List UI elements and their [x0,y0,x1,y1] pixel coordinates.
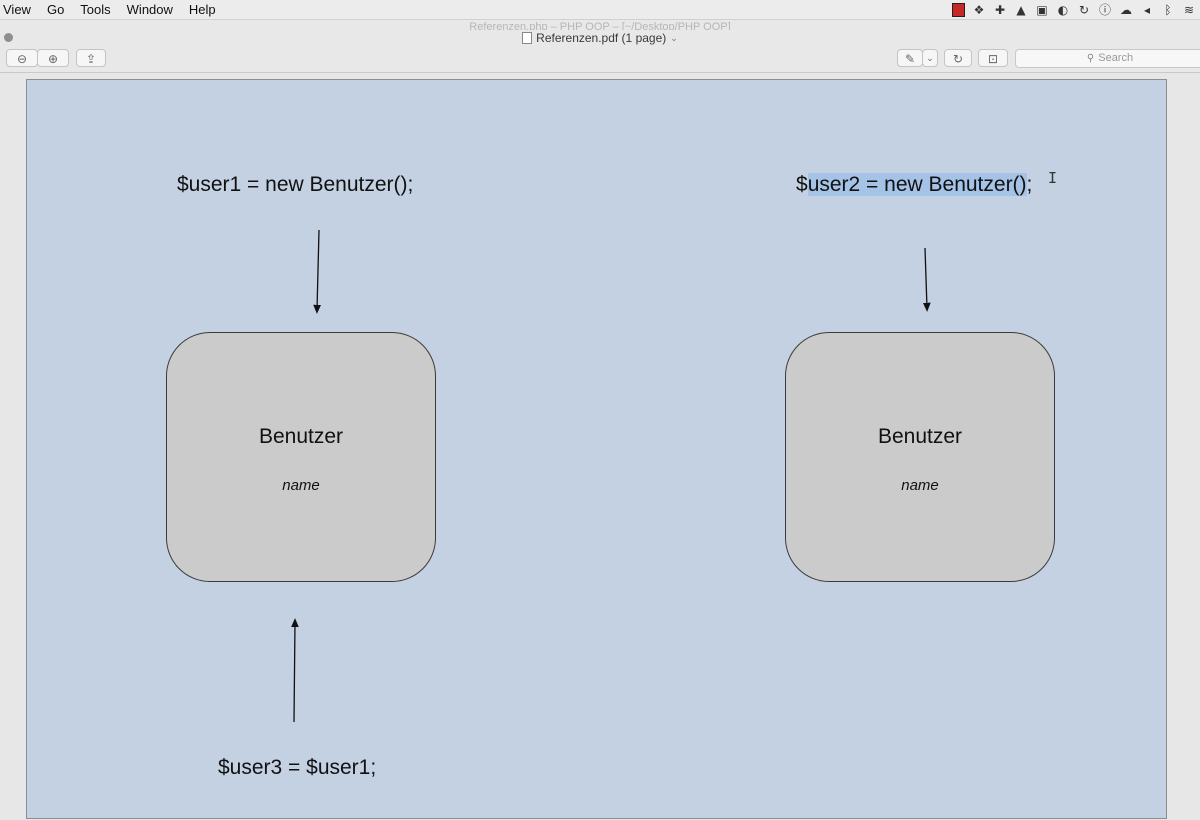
window-title[interactable]: Referenzen.pdf (1 page) ⌄ [0,31,1200,45]
user2-suffix: ; [1026,173,1033,196]
dropbox-icon[interactable]: ❖ [972,3,986,17]
chevron-down-icon: ⌄ [926,54,934,64]
zoom-out-icon: ⊖ [16,52,28,66]
menu-bar: View Go Tools Window Help ❖ ✚ ▲ ▣ ◐ ↻ ⓘ … [0,0,1200,20]
benutzer-object-box-2: Benutzer name [785,332,1055,582]
text-selection[interactable]: user2 = new Benutzer() [807,173,1027,196]
window-titlebar: Referenzen.php – PHP OOP – [~/Desktop/PH… [0,20,1200,46]
benutzer-object-box-1: Benutzer name [166,332,436,582]
share-button[interactable]: ⇪ [76,49,106,67]
toolbox-icon: ⊡ [987,52,999,66]
markup-toolbar-button[interactable]: ⊡ [978,49,1008,67]
bluetooth-icon[interactable]: ᛒ [1161,3,1175,17]
zoom-in-icon: ⊕ [47,52,59,66]
background-window-title: Referenzen.php – PHP OOP – [~/Desktop/PH… [469,21,731,30]
menu-window[interactable]: Window [119,0,181,19]
cloud-icon[interactable]: ☁ [1119,3,1133,17]
zoom-in-button[interactable]: ⊕ [37,49,69,67]
menu-tools[interactable]: Tools [72,0,118,19]
menu-help[interactable]: Help [181,0,224,19]
markup-button[interactable]: ✎ [897,49,923,67]
zoom-out-button[interactable]: ⊖ [6,49,38,67]
pdf-page[interactable]: $user1 = new Benutzer(); $user2 = new Be… [26,79,1167,819]
red-square-icon[interactable] [952,2,965,17]
status-icons: ❖ ✚ ▲ ▣ ◐ ↻ ⓘ ☁ ◂ ᛒ ≋ [952,0,1200,19]
share-icon: ⇪ [85,52,97,66]
user2-prefix: $ [796,173,808,196]
pdf-document-icon [522,32,533,44]
arrow-user3-to-box [291,618,299,723]
triangle-icon[interactable]: ▲ [1014,3,1028,17]
evernote-icon[interactable]: ◐ [1056,3,1070,17]
wifi-icon[interactable]: ≋ [1182,3,1196,17]
chevron-down-icon: ⌄ [670,32,678,43]
square-icon[interactable]: ▣ [1035,3,1049,17]
plus-icon[interactable]: ✚ [993,3,1007,17]
menu-view[interactable]: View [0,0,39,19]
refresh-icon[interactable]: ↻ [1077,3,1091,17]
user1-declaration: $user1 = new Benutzer(); [177,173,414,196]
search-input[interactable]: ⚲ Search [1015,49,1200,68]
window-title-text: Referenzen.pdf (1 page) [536,31,667,45]
user2-declaration[interactable]: $user2 = new Benutzer(); [796,173,1032,197]
document-viewer[interactable]: $user1 = new Benutzer(); $user2 = new Be… [0,73,1200,819]
rotate-icon: ↻ [952,52,964,66]
arrow-user2-to-box [922,247,931,312]
class-name: Benutzer [877,425,963,448]
search-icon: ⚲ [1086,53,1095,64]
class-attribute: name [901,477,939,494]
volume-icon[interactable]: ◂ [1140,3,1154,17]
arrow-user1-to-box [313,229,322,314]
user3-declaration: $user3 = $user1; [218,756,377,779]
ibeam-cursor-icon: I [1048,169,1058,187]
rotate-button[interactable]: ↻ [944,49,972,67]
menu-go[interactable]: Go [39,0,72,19]
toolbar: ⊖ ⊕ ⇪ ✎ ⌄ ↻ ⊡ ⚲ Search [0,46,1200,73]
pen-icon: ✎ [904,52,916,66]
info-icon[interactable]: ⓘ [1098,3,1112,17]
markup-dropdown-button[interactable]: ⌄ [922,49,938,67]
search-placeholder: Search [1098,52,1134,64]
class-attribute: name [282,477,320,494]
class-name: Benutzer [258,425,344,448]
